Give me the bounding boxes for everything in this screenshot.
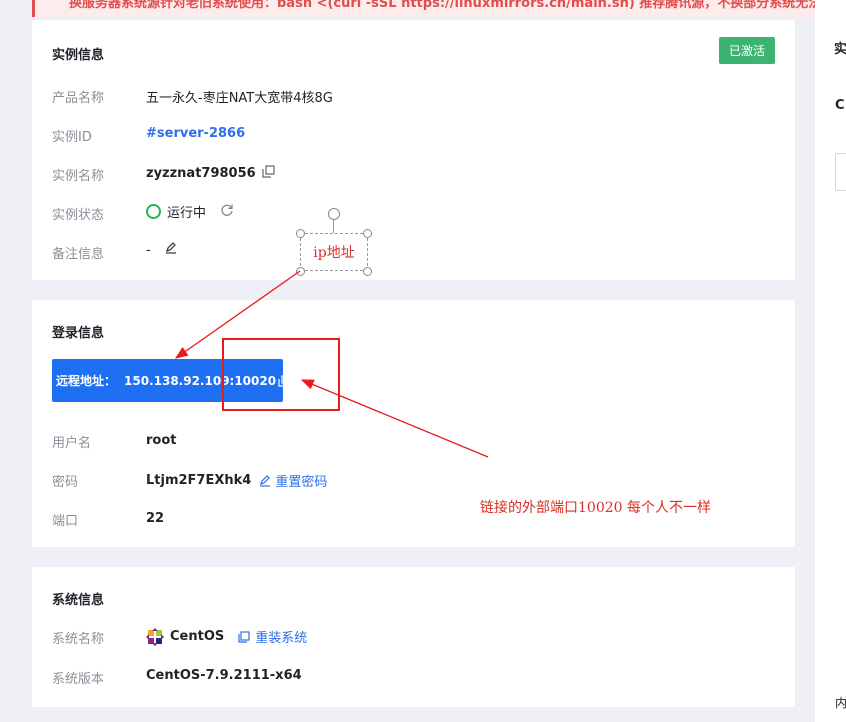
port-arrow	[300, 379, 489, 458]
ip-arrow	[174, 270, 301, 359]
annotation-arrows	[174, 270, 489, 458]
